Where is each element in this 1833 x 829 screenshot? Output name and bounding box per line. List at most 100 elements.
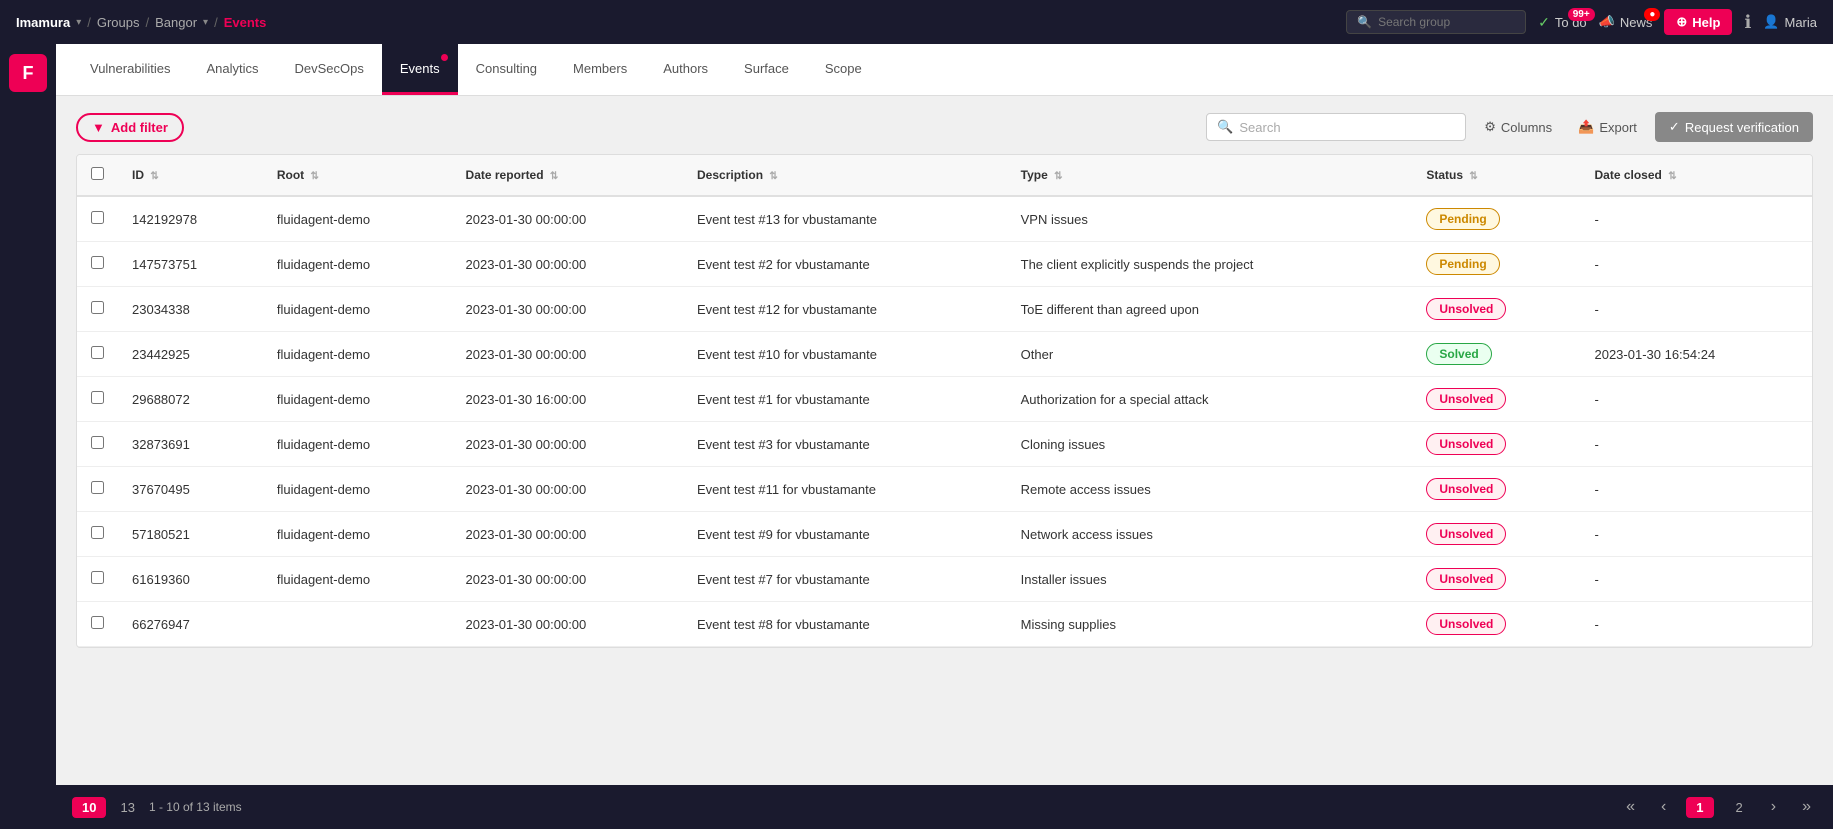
add-filter-button[interactable]: ▼ Add filter (76, 113, 184, 142)
cell-root (263, 602, 452, 647)
chevron-icon: ▾ (76, 17, 81, 28)
sort-icon-type: ⇅ (1054, 171, 1062, 182)
cell-date-reported: 2023-01-30 00:00:00 (452, 196, 683, 242)
todo-nav-item[interactable]: ✓ To do 99+ (1538, 14, 1587, 31)
cell-id: 32873691 (118, 422, 263, 467)
user-icon: 👤 (1763, 14, 1779, 30)
table-row: 29688072 fluidagent-demo 2023-01-30 16:0… (77, 377, 1812, 422)
header-root[interactable]: Root ⇅ (263, 155, 452, 196)
row-checkbox-9[interactable] (91, 616, 104, 629)
columns-label: Columns (1501, 120, 1552, 135)
header-id[interactable]: ID ⇅ (118, 155, 263, 196)
cell-date-reported: 2023-01-30 16:00:00 (452, 377, 683, 422)
cell-date-closed: - (1580, 422, 1812, 467)
row-checkbox-6[interactable] (91, 481, 104, 494)
cell-root: fluidagent-demo (263, 467, 452, 512)
cell-id: 37670495 (118, 467, 263, 512)
cell-type: Cloning issues (1007, 422, 1413, 467)
row-checkbox-cell (77, 332, 118, 377)
cell-status: Pending (1412, 196, 1580, 242)
prev-page-button[interactable]: ‹ (1655, 796, 1672, 818)
table-row: 57180521 fluidagent-demo 2023-01-30 00:0… (77, 512, 1812, 557)
tab-authors-label: Authors (663, 61, 708, 76)
row-checkbox-7[interactable] (91, 526, 104, 539)
user-menu[interactable]: 👤 Maria (1763, 14, 1817, 30)
table-row: 147573751 fluidagent-demo 2023-01-30 00:… (77, 242, 1812, 287)
cell-id: 66276947 (118, 602, 263, 647)
tab-events[interactable]: Events (382, 44, 458, 95)
cell-status: Unsolved (1412, 557, 1580, 602)
export-button[interactable]: 📤 Export (1570, 114, 1645, 140)
export-label: Export (1599, 120, 1637, 135)
table-row: 142192978 fluidagent-demo 2023-01-30 00:… (77, 196, 1812, 242)
search-group-box[interactable]: 🔍 (1346, 10, 1526, 34)
cell-description: Event test #12 for vbustamante (683, 287, 1007, 332)
select-all-checkbox[interactable] (91, 167, 104, 180)
last-page-button[interactable]: » (1796, 796, 1817, 818)
cell-date-closed: - (1580, 377, 1812, 422)
tab-analytics[interactable]: Analytics (188, 44, 276, 95)
row-checkbox-8[interactable] (91, 571, 104, 584)
columns-button[interactable]: ⚙ Columns (1476, 114, 1560, 140)
row-checkbox-cell (77, 242, 118, 287)
row-checkbox-cell (77, 557, 118, 602)
cell-date-reported: 2023-01-30 00:00:00 (452, 242, 683, 287)
cell-description: Event test #8 for vbustamante (683, 602, 1007, 647)
header-description[interactable]: Description ⇅ (683, 155, 1007, 196)
header-type[interactable]: Type ⇅ (1007, 155, 1413, 196)
row-checkbox-2[interactable] (91, 301, 104, 314)
tab-vulnerabilities[interactable]: Vulnerabilities (72, 44, 188, 95)
cell-root: fluidagent-demo (263, 557, 452, 602)
search-group-input[interactable] (1378, 15, 1515, 29)
brand-name[interactable]: Imamura (16, 15, 70, 30)
tab-consulting[interactable]: Consulting (458, 44, 555, 95)
cell-date-closed: - (1580, 287, 1812, 332)
table-search-box[interactable]: 🔍 (1206, 113, 1466, 141)
tab-authors[interactable]: Authors (645, 44, 726, 95)
cell-type: VPN issues (1007, 196, 1413, 242)
cell-root: fluidagent-demo (263, 377, 452, 422)
sidebar-logo[interactable]: F (9, 54, 47, 92)
news-nav-item[interactable]: 📣 News ● (1599, 14, 1653, 30)
header-date-reported[interactable]: Date reported ⇅ (452, 155, 683, 196)
table-search-input[interactable] (1239, 120, 1455, 135)
sort-icon-id: ⇅ (150, 171, 158, 182)
status-badge: Unsolved (1426, 388, 1506, 410)
cell-date-closed: - (1580, 602, 1812, 647)
page-size-10-button[interactable]: 10 (72, 797, 106, 818)
help-button[interactable]: ⊕ Help (1664, 9, 1732, 35)
cell-id: 29688072 (118, 377, 263, 422)
chevron-icon-2: ▾ (203, 17, 208, 28)
request-verify-button[interactable]: ✓ Request verification (1655, 112, 1813, 142)
info-icon[interactable]: ℹ (1744, 12, 1751, 33)
header-date-closed[interactable]: Date closed ⇅ (1580, 155, 1812, 196)
tab-devsecops[interactable]: DevSecOps (276, 44, 381, 95)
row-checkbox-4[interactable] (91, 391, 104, 404)
row-checkbox-5[interactable] (91, 436, 104, 449)
cell-date-reported: 2023-01-30 00:00:00 (452, 512, 683, 557)
cell-description: Event test #7 for vbustamante (683, 557, 1007, 602)
cell-id: 57180521 (118, 512, 263, 557)
top-navigation: Imamura ▾ / Groups / Bangor ▾ / Events 🔍… (0, 0, 1833, 44)
tab-scope[interactable]: Scope (807, 44, 880, 95)
header-status[interactable]: Status ⇅ (1412, 155, 1580, 196)
cell-description: Event test #11 for vbustamante (683, 467, 1007, 512)
bangor-breadcrumb[interactable]: Bangor (155, 15, 197, 30)
tab-surface[interactable]: Surface (726, 44, 807, 95)
sort-icon-date-reported: ⇅ (550, 171, 558, 182)
page-2-button[interactable]: 2 (1728, 797, 1751, 818)
table-row: 66276947 2023-01-30 00:00:00 Event test … (77, 602, 1812, 647)
first-page-button[interactable]: « (1620, 796, 1641, 818)
page-size-13-option[interactable]: 13 (120, 800, 134, 815)
row-checkbox-3[interactable] (91, 346, 104, 359)
row-checkbox-0[interactable] (91, 211, 104, 224)
export-icon: 📤 (1578, 119, 1594, 135)
next-page-button[interactable]: › (1765, 796, 1782, 818)
row-checkbox-1[interactable] (91, 256, 104, 269)
page-1-button[interactable]: 1 (1686, 797, 1713, 818)
groups-breadcrumb[interactable]: Groups (97, 15, 140, 30)
tab-members[interactable]: Members (555, 44, 645, 95)
sidebar: F (0, 44, 56, 829)
table-row: 61619360 fluidagent-demo 2023-01-30 00:0… (77, 557, 1812, 602)
cell-root: fluidagent-demo (263, 242, 452, 287)
